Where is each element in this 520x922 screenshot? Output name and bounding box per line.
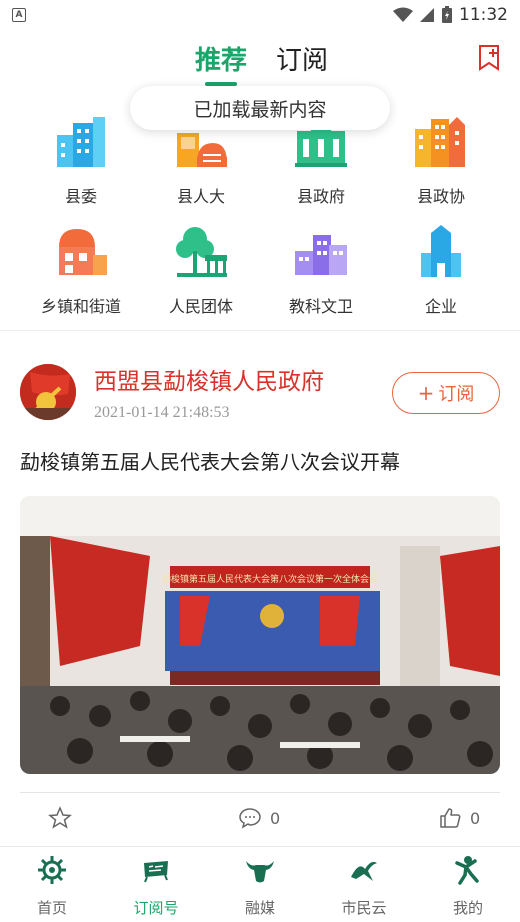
category-towns-streets[interactable]: 乡镇和街道 xyxy=(16,223,146,317)
notification-a-icon: A xyxy=(12,8,26,22)
school-building-icon xyxy=(295,235,347,275)
like-count: 0 xyxy=(470,808,481,828)
category-label: 人民团体 xyxy=(168,297,233,316)
nav-label: 市民云 xyxy=(341,899,387,917)
article-image[interactable]: 勐梭镇第五届人民代表大会第八次会议第一次全体会议 xyxy=(20,496,500,774)
bookmark-add-icon[interactable] xyxy=(476,44,502,72)
subscribe-button-label: 订阅 xyxy=(438,384,475,405)
nav-label: 订阅号 xyxy=(133,899,179,917)
section-divider xyxy=(0,330,520,331)
nav-subscriptions[interactable]: 订阅号 xyxy=(104,855,208,918)
subscribe-icon xyxy=(144,861,168,883)
status-bar: A 11:32 xyxy=(0,0,520,30)
plus-icon: + xyxy=(417,381,435,405)
company-tower-icon xyxy=(421,225,461,277)
bull-head-icon xyxy=(246,861,274,883)
bottom-nav: 首页 订阅号 融媒 市民云 我的 xyxy=(0,846,520,922)
article-title[interactable]: 勐梭镇第五届人民代表大会第八次会议开幕 xyxy=(20,446,400,475)
category-enterprise[interactable]: 企业 xyxy=(376,223,506,317)
swallow-icon xyxy=(351,861,377,881)
category-county-cppcc[interactable]: 县政协 xyxy=(376,113,506,207)
buildings-blue-icon xyxy=(57,117,105,167)
pavilion-tree-icon xyxy=(176,227,227,277)
source-avatar[interactable] xyxy=(20,364,76,420)
nav-label: 我的 xyxy=(452,899,483,917)
source-name[interactable]: 西盟县勐梭镇人民政府 xyxy=(94,362,324,396)
category-label: 教科文卫 xyxy=(288,297,353,316)
party-flag-icon xyxy=(20,364,76,420)
clock: 11:32 xyxy=(459,5,508,25)
comment-count: 0 xyxy=(270,808,281,828)
category-peoples-organizations[interactable]: 人民团体 xyxy=(136,223,266,317)
wifi-icon xyxy=(393,7,413,22)
refresh-toast: 已加载最新内容 xyxy=(130,86,390,130)
nav-profile[interactable]: 我的 xyxy=(416,855,520,918)
category-label: 县政协 xyxy=(416,187,465,206)
category-label: 企业 xyxy=(424,297,457,316)
favorite-star-icon[interactable] xyxy=(48,806,72,830)
comment-button[interactable]: 0 xyxy=(238,806,280,830)
tab-subscribe[interactable]: 订阅 xyxy=(276,40,328,77)
card-actions: 0 0 xyxy=(0,806,520,836)
thumbs-up-icon xyxy=(440,808,461,828)
tower-buildings-orange-icon xyxy=(415,117,465,167)
subscribe-button[interactable]: + 订阅 xyxy=(392,372,500,414)
battery-icon xyxy=(442,6,452,23)
gear-sun-icon xyxy=(38,856,66,884)
stage-banner-text: 勐梭镇第五届人民代表大会第八次会议第一次全体会议 xyxy=(162,573,378,585)
category-label: 县人大 xyxy=(176,187,225,206)
nav-home[interactable]: 首页 xyxy=(0,855,104,918)
card-divider xyxy=(20,792,500,793)
tab-recommend[interactable]: 推荐 xyxy=(195,40,247,77)
category-education-science-culture-health[interactable]: 教科文卫 xyxy=(256,223,386,317)
category-label: 县委 xyxy=(64,187,97,206)
like-button[interactable]: 0 xyxy=(438,806,480,830)
signal-icon xyxy=(420,8,434,22)
nav-label: 首页 xyxy=(36,899,67,917)
category-label: 乡镇和街道 xyxy=(40,297,121,316)
town-house-icon xyxy=(59,229,107,275)
comment-icon xyxy=(239,808,261,829)
category-label: 县政府 xyxy=(296,187,345,206)
nav-citizen-cloud[interactable]: 市民云 xyxy=(312,855,416,918)
dancer-icon xyxy=(455,856,479,885)
top-tab-bar: 推荐 订阅 xyxy=(0,30,520,90)
category-county-committee[interactable]: 县委 xyxy=(16,113,146,207)
publish-time: 2021-01-14 21:48:53 xyxy=(94,404,230,421)
nav-media[interactable]: 融媒 xyxy=(208,855,312,918)
nav-label: 融媒 xyxy=(244,899,275,917)
